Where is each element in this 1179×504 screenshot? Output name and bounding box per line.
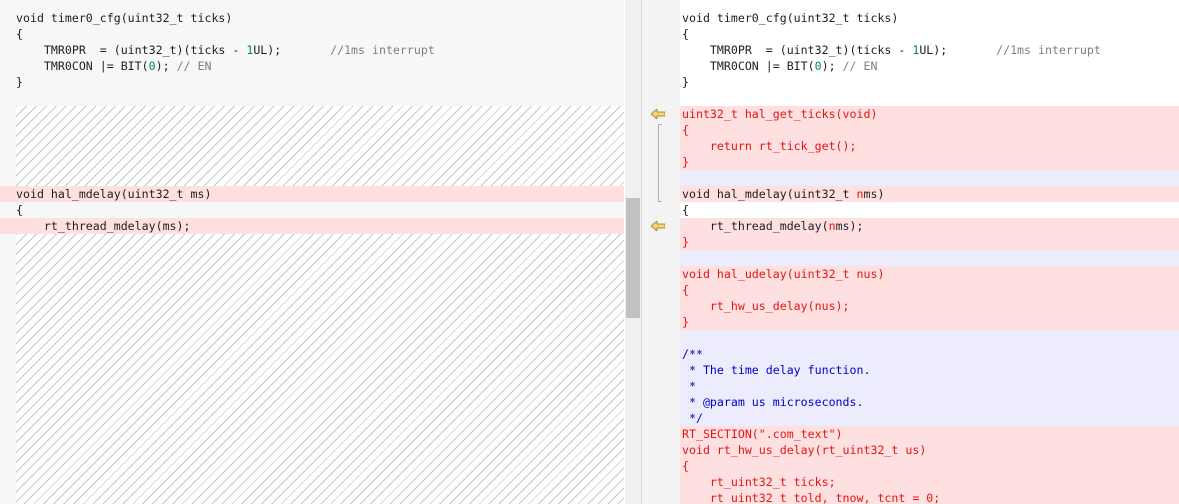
code-token: // EN (842, 59, 878, 73)
code-token: ); (155, 59, 177, 73)
code-line[interactable]: void hal_mdelay(uint32_t nms) (680, 186, 1179, 202)
code-token: UL); (253, 43, 331, 57)
code-token: TMR0CON |= BIT( (682, 59, 815, 73)
code-line[interactable]: uint32_t hal_get_ticks(void) (680, 106, 1179, 122)
code-line[interactable]: * The time delay function. (680, 362, 1179, 378)
code-line[interactable]: void rt_hw_us_delay(rt_uint32_t us) (680, 442, 1179, 458)
missing-lines-hatch (16, 106, 624, 186)
code-token: void hal_mdelay(uint32_t ms) (16, 187, 212, 201)
code-line[interactable]: TMR0PR = (uint32_t)(ticks - 1UL); //1ms … (0, 42, 624, 58)
code-token: ); (821, 59, 843, 73)
code-token: rt_thread_mdelay(ms); (16, 219, 191, 233)
changed-spacer-row (680, 250, 1179, 266)
code-token: //1ms interrupt (330, 43, 435, 57)
code-line[interactable]: */ (680, 410, 1179, 426)
code-line[interactable]: * @param us microseconds. (680, 394, 1179, 410)
code-token: { (16, 27, 23, 41)
code-line[interactable]: { (680, 458, 1179, 474)
code-token: n (828, 219, 836, 233)
code-line[interactable]: RT_SECTION(".com_text") (680, 426, 1179, 442)
code-token: rt_uint32_t told, tnow, tcnt = 0; (682, 491, 941, 504)
code-token: { (682, 283, 689, 297)
code-token: void timer0_cfg(uint32_t ticks) (682, 11, 899, 25)
code-line[interactable]: void timer0_cfg(uint32_t ticks) (680, 10, 1179, 26)
code-token: rt_hw_us_delay(nus); (682, 299, 850, 313)
code-token: 0 (814, 59, 822, 73)
code-token: } (682, 155, 689, 169)
code-token: ms) (863, 187, 885, 201)
left-diff-pane[interactable]: void timer0_cfg(uint32_t ticks) { TMR0PR … (0, 0, 624, 504)
code-line[interactable]: rt_uint32_t ticks; (680, 474, 1179, 490)
diff-link-tick (658, 124, 662, 125)
code-line[interactable]: void hal_mdelay(uint32_t ms) (0, 186, 624, 202)
code-token: { (682, 27, 689, 41)
code-line[interactable]: rt_uint32_t told, tnow, tcnt = 0; (680, 490, 1179, 504)
code-token: TMR0CON |= BIT( (16, 59, 149, 73)
arrow-left-icon[interactable] (651, 109, 665, 119)
code-line[interactable]: TMR0CON |= BIT(0); // EN (0, 58, 624, 74)
code-token: rt_thread_mdelay( (682, 219, 829, 233)
code-line[interactable]: void hal_udelay(uint32_t nus) (680, 266, 1179, 282)
code-line[interactable]: } (680, 74, 1179, 90)
code-line[interactable]: rt_thread_mdelay(ms); (0, 218, 624, 234)
diff-link-tick (658, 201, 662, 202)
code-token: * @param us microseconds. (682, 395, 864, 409)
code-token: TMR0PR = (uint32_t)(ticks - (682, 43, 913, 57)
code-line[interactable]: return rt_tick_get(); (680, 138, 1179, 154)
code-line[interactable]: /** (680, 346, 1179, 362)
code-line[interactable]: { (680, 26, 1179, 42)
code-token: { (682, 123, 689, 137)
code-token: ms); (835, 219, 864, 233)
code-line[interactable]: TMR0PR = (uint32_t)(ticks - 1UL); //1ms … (680, 42, 1179, 58)
code-token: //1ms interrupt (996, 43, 1101, 57)
right-diff-pane[interactable]: void timer0_cfg(uint32_t ticks) { TMR0PR … (680, 0, 1179, 504)
code-line[interactable]: } (680, 314, 1179, 330)
scrollbar-thumb[interactable] (626, 198, 640, 318)
missing-lines-hatch (16, 234, 624, 504)
code-token: void hal_udelay(uint32_t nus) (682, 267, 885, 281)
code-line[interactable]: } (680, 234, 1179, 250)
code-token: // EN (176, 59, 212, 73)
code-line[interactable]: * (680, 378, 1179, 394)
code-line[interactable]: TMR0CON |= BIT(0); // EN (680, 58, 1179, 74)
code-line[interactable]: { (680, 282, 1179, 298)
code-token: void rt_hw_us_delay(rt_uint32_t us) (682, 443, 927, 457)
code-token: { (682, 203, 689, 217)
code-token: * The time delay function. (682, 363, 871, 377)
code-token: n (856, 187, 864, 201)
code-line[interactable]: rt_hw_us_delay(nus); (680, 298, 1179, 314)
code-token: } (682, 315, 689, 329)
code-token: uint32_t hal_get_ticks(void) (682, 107, 878, 121)
code-line[interactable]: void timer0_cfg(uint32_t ticks) (0, 10, 624, 26)
diff-connector-gutter (642, 0, 680, 504)
code-token: 0 (148, 59, 156, 73)
code-token: UL); (919, 43, 997, 57)
code-token: { (16, 203, 23, 217)
code-token: } (682, 235, 689, 249)
code-token: */ (682, 411, 703, 425)
code-token: TMR0PR = (uint32_t)(ticks - (16, 43, 247, 57)
code-line[interactable]: { (680, 202, 1179, 218)
changed-spacer-row (680, 170, 1179, 186)
code-line[interactable]: { (0, 202, 624, 218)
code-token: return rt_tick_get(); (682, 139, 857, 153)
code-token: RT_SECTION(".com_text") (682, 427, 843, 441)
code-token: } (682, 75, 689, 89)
code-token: void timer0_cfg(uint32_t ticks) (16, 11, 233, 25)
code-token: /** (682, 347, 703, 361)
code-token: rt_uint32_t ticks; (682, 475, 836, 489)
diff-link-line (658, 124, 659, 202)
code-token: void hal_mdelay(uint32_t (682, 187, 857, 201)
code-line[interactable]: } (0, 74, 624, 90)
code-line[interactable]: } (680, 154, 1179, 170)
code-line[interactable]: { (0, 26, 624, 42)
code-line[interactable]: rt_thread_mdelay(nms); (680, 218, 1179, 234)
arrow-left-icon[interactable] (651, 221, 665, 231)
code-token: * (682, 379, 696, 393)
code-token: } (16, 75, 23, 89)
code-line[interactable]: { (680, 122, 1179, 138)
code-token: { (682, 459, 689, 473)
